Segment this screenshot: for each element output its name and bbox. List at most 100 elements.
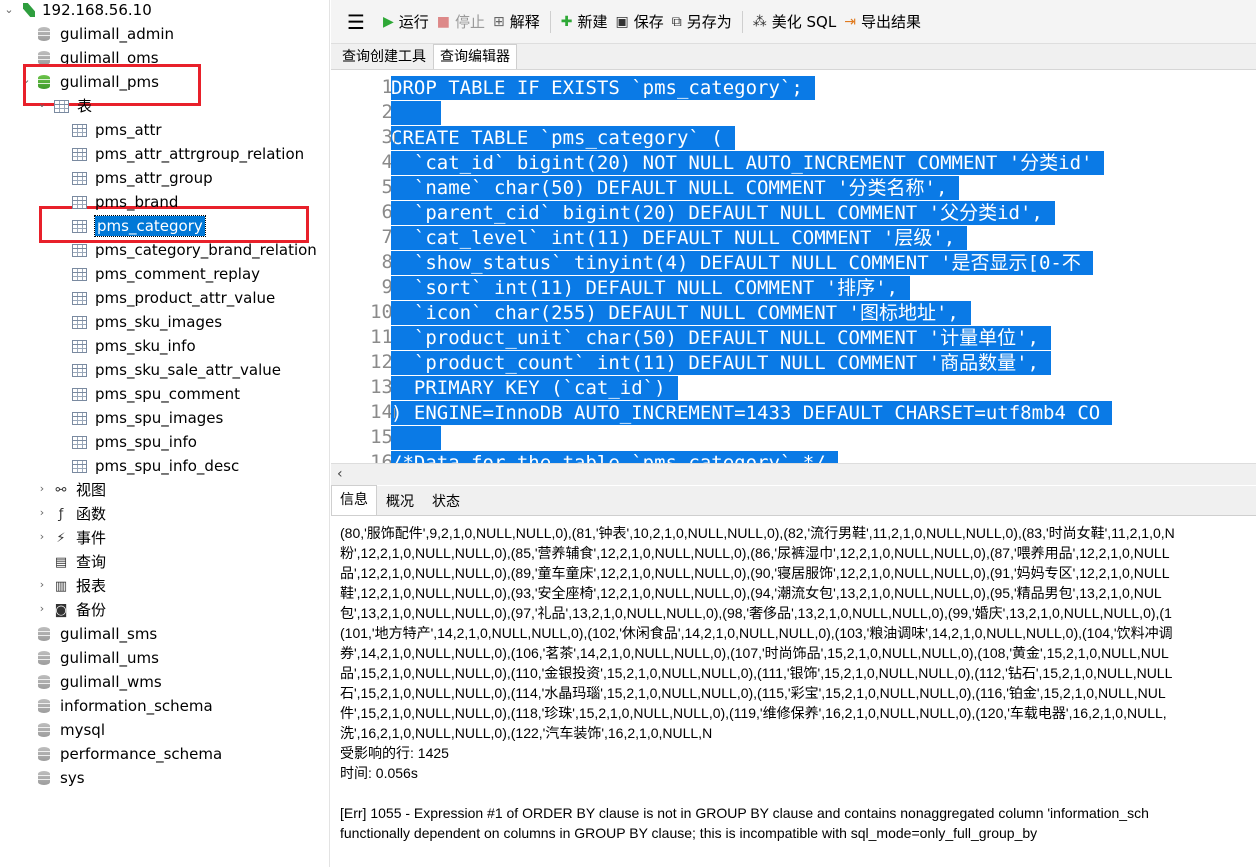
toolbar-divider	[549, 10, 551, 33]
code-line: `sort` int(11) DEFAULT NULL COMMENT '排序'…	[391, 276, 910, 300]
message-line: [Err] 1055 - Expression #1 of ORDER BY c…	[340, 805, 1149, 821]
run-button[interactable]: ▶ 运行	[379, 8, 433, 36]
message-line: 品',15,2,1,0,NULL,NULL,0),(110,'金银投资',15,…	[340, 665, 1173, 681]
code-line	[391, 426, 441, 450]
table-icon	[72, 435, 87, 449]
message-line: (101,'地方特产',14,2,1,0,NULL,NULL,0),(102,'…	[340, 625, 1173, 641]
table-label: pms_spu_comment	[95, 385, 241, 403]
magic-wand-icon: ⁂	[752, 13, 767, 30]
table-node[interactable]: pms_attr	[72, 118, 162, 142]
database-node[interactable]: gulimall_sms	[38, 622, 157, 646]
database-label: performance_schema	[60, 745, 223, 763]
database-icon	[38, 747, 50, 761]
database-node[interactable]: gulimall_wms	[38, 670, 162, 694]
connection-label: 192.168.56.10	[42, 1, 152, 19]
table-icon	[72, 363, 87, 377]
table-node[interactable]: pms_spu_info_desc	[72, 454, 239, 478]
menu-button[interactable]: ☰	[331, 8, 379, 36]
message-panel: (80,'服饰配件',9,2,1,0,NULL,NULL,0),(81,'钟表'…	[331, 516, 1256, 867]
database-label: gulimall_admin	[60, 25, 175, 43]
chevron-right-icon[interactable]: ›	[37, 507, 47, 518]
tab-query-editor[interactable]: 查询编辑器	[433, 44, 517, 69]
database-node[interactable]: gulimall_ums	[38, 646, 159, 670]
message-line: 件',15,2,1,0,NULL,NULL,0),(118,'珍珠',15,2,…	[340, 705, 1167, 721]
object-group-node[interactable]: ⚯ 视图	[52, 478, 106, 502]
table-node[interactable]: pms_category	[72, 214, 206, 238]
connection-node[interactable]: 192.168.56.10	[22, 0, 152, 22]
database-node[interactable]: information_schema	[38, 694, 213, 718]
table-node[interactable]: pms_product_attr_value	[72, 286, 275, 310]
database-label: gulimall_sms	[60, 625, 158, 643]
table-node[interactable]: pms_category_brand_relation	[72, 238, 317, 262]
table-node[interactable]: pms_brand	[72, 190, 178, 214]
table-icon	[72, 195, 87, 209]
database-label: sys	[60, 769, 85, 787]
table-icon	[72, 123, 87, 137]
table-label: pms_attr_group	[95, 169, 213, 187]
table-node[interactable]: pms_sku_info	[72, 334, 196, 358]
object-group-label: 报表	[76, 577, 107, 595]
tab-profile[interactable]: 概况	[377, 487, 423, 515]
table-icon	[72, 147, 87, 161]
object-group-node[interactable]: ƒ 函数	[52, 502, 106, 526]
table-node[interactable]: pms_spu_images	[72, 406, 223, 430]
line-number: 15	[370, 426, 393, 448]
table-icon	[72, 219, 87, 233]
database-node[interactable]: performance_schema	[38, 742, 222, 766]
tab-query-builder[interactable]: 查询创建工具	[335, 44, 433, 69]
object-group-node[interactable]: ▥ 报表	[52, 574, 106, 598]
table-node[interactable]: pms_attr_attrgroup_relation	[72, 142, 304, 166]
export-results-button[interactable]: ⇥ 导出结果	[840, 8, 925, 36]
chevron-down-icon[interactable]: ⌄	[37, 98, 47, 109]
table-node[interactable]: pms_spu_comment	[72, 382, 240, 406]
sql-editor[interactable]: 1 2 3 4 5 6 7 8 9 10 11 12 13 14 15 16 DROP TABLE IF EX…	[331, 71, 1256, 463]
new-query-icon: ✚	[560, 13, 573, 30]
database-node[interactable]: gulimall_admin	[38, 22, 174, 46]
fold-marker[interactable]	[394, 408, 400, 418]
stop-button[interactable]: ■ 停止	[433, 8, 489, 36]
tab-status[interactable]: 状态	[423, 487, 469, 515]
chevron-right-icon[interactable]: ›	[37, 603, 47, 614]
code-line: `product_unit` char(50) DEFAULT NULL COM…	[391, 326, 1051, 350]
table-label: pms_product_attr_value	[95, 289, 276, 307]
chevron-down-icon[interactable]: ⌄	[4, 4, 14, 15]
table-node[interactable]: pms_comment_replay	[72, 262, 260, 286]
new-button[interactable]: ✚ 新建	[557, 8, 612, 36]
save-icon: ▣	[615, 13, 629, 30]
table-node[interactable]: pms_sku_images	[72, 310, 222, 334]
chevron-right-icon[interactable]: ›	[37, 531, 47, 542]
chevron-right-icon[interactable]: ›	[37, 579, 47, 590]
object-group-node[interactable]: ⚡ 事件	[52, 526, 106, 550]
object-group-label: 视图	[76, 481, 107, 499]
horizontal-scrollbar[interactable]: ‹	[331, 463, 1256, 485]
database-icon	[38, 723, 50, 737]
line-number: 4	[381, 151, 393, 173]
result-tab-bar: 信息 概况 状态	[331, 485, 1256, 516]
fold-marker[interactable]	[394, 133, 400, 143]
tab-info[interactable]: 信息	[331, 485, 377, 515]
table-node[interactable]: pms_spu_info	[72, 430, 197, 454]
table-label: pms_brand	[95, 193, 179, 211]
code-line: `icon` char(255) DEFAULT NULL COMMENT '图…	[391, 301, 971, 325]
table-icon	[72, 339, 87, 353]
table-node[interactable]: pms_sku_sale_attr_value	[72, 358, 281, 382]
tables-group-node[interactable]: 表	[54, 94, 92, 118]
chevron-right-icon[interactable]: ›	[37, 483, 47, 494]
database-node[interactable]: sys	[38, 766, 85, 790]
play-icon: ▶	[382, 13, 394, 30]
table-node[interactable]: pms_attr_group	[72, 166, 213, 190]
save-as-button[interactable]: ⧉ 另存为	[668, 8, 736, 36]
beautify-sql-button[interactable]: ⁂ 美化 SQL	[749, 8, 840, 36]
toolbar-divider	[741, 10, 743, 33]
table-label: pms_attr	[95, 121, 162, 139]
scroll-left-icon[interactable]: ‹	[337, 466, 343, 482]
object-group-node[interactable]: ◙ 备份	[52, 598, 106, 622]
object-group-node[interactable]: ▤ 查询	[52, 550, 106, 574]
code-line: `cat_level` int(11) DEFAULT NULL COMMENT…	[391, 226, 968, 250]
save-button[interactable]: ▣ 保存	[611, 8, 667, 36]
explain-button[interactable]: ⊞ 解释	[489, 8, 544, 36]
table-label: pms_spu_info	[95, 433, 197, 451]
database-node[interactable]: mysql	[38, 718, 105, 742]
code-line: DROP TABLE IF EXISTS `pms_category`;	[391, 76, 815, 100]
table-icon	[72, 171, 87, 185]
